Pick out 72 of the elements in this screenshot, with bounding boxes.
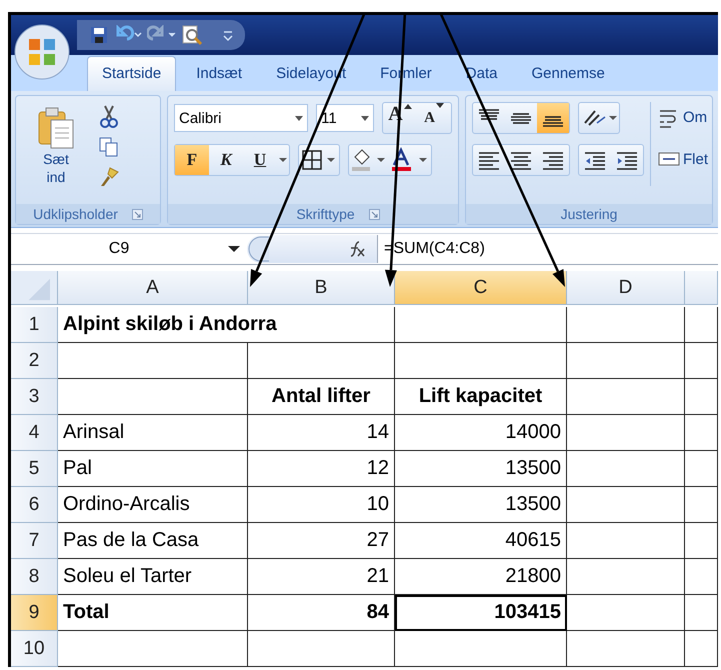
name-box[interactable]: C9 bbox=[11, 240, 247, 258]
table-cell: Antal lifter bbox=[248, 379, 395, 415]
table-cell: 12 bbox=[248, 451, 395, 487]
table-cell bbox=[685, 307, 718, 343]
table-cell bbox=[685, 559, 718, 595]
bold-button[interactable]: F bbox=[175, 145, 209, 175]
table-cell bbox=[685, 631, 718, 667]
table-cell: 14000 bbox=[395, 415, 567, 451]
table-cell bbox=[685, 487, 718, 523]
italic-button[interactable]: K bbox=[209, 145, 243, 175]
wrap-text-button[interactable]: Om bbox=[657, 106, 708, 128]
table-cell: Total bbox=[58, 595, 248, 631]
font-size-dropdown[interactable]: 11 bbox=[316, 104, 374, 132]
group-label: Udklipsholder bbox=[33, 206, 118, 222]
table-cell: Soleu el Tarter bbox=[58, 559, 248, 595]
save-icon[interactable] bbox=[89, 25, 109, 45]
table-cell bbox=[685, 451, 718, 487]
row-header[interactable]: 3 bbox=[11, 379, 58, 415]
column-header[interactable]: C bbox=[395, 271, 567, 305]
group-label: Skrifttype bbox=[296, 206, 355, 222]
table-cell: 10 bbox=[248, 487, 395, 523]
ribbon-tab[interactable]: Startside bbox=[87, 56, 176, 91]
table-cell bbox=[685, 595, 718, 631]
table-cell: 84 bbox=[248, 595, 395, 631]
row-header[interactable]: 10 bbox=[11, 631, 58, 667]
row-header[interactable]: 1 bbox=[11, 307, 58, 343]
column-header[interactable]: B bbox=[248, 271, 395, 305]
table-cell bbox=[685, 343, 718, 379]
table-cell: 14 bbox=[248, 415, 395, 451]
ribbon-tab[interactable]: Gennemse bbox=[517, 57, 619, 91]
clipboard-icon bbox=[36, 106, 76, 150]
dialog-launcher-icon[interactable] bbox=[132, 208, 143, 220]
paste-button[interactable]: Sæt ind bbox=[22, 102, 90, 198]
column-header[interactable]: D bbox=[567, 271, 685, 305]
copy-icon[interactable] bbox=[98, 136, 120, 158]
table-cell: 21800 bbox=[395, 559, 567, 595]
table-cell: Lift kapacitet bbox=[395, 379, 567, 415]
table-cell: Pal bbox=[58, 451, 248, 487]
shrink-font-button[interactable]: A bbox=[417, 103, 451, 133]
table-cell: Pas de la Casa bbox=[58, 523, 248, 559]
table-cell: 40615 bbox=[395, 523, 567, 559]
table-cell: Ordino-Arcalis bbox=[58, 487, 248, 523]
caret-down-icon bbox=[436, 103, 444, 109]
merge-center-button[interactable]: Flet bbox=[657, 148, 708, 170]
column-header[interactable]: A bbox=[58, 271, 248, 305]
row-header[interactable]: 7 bbox=[11, 523, 58, 559]
row-header[interactable]: 2 bbox=[11, 343, 58, 379]
table-cell bbox=[685, 379, 718, 415]
brush-icon[interactable] bbox=[98, 166, 120, 188]
table-cell bbox=[685, 523, 718, 559]
dropdown-caret-icon[interactable] bbox=[227, 244, 241, 254]
table-cell: 27 bbox=[248, 523, 395, 559]
row-header[interactable]: 5 bbox=[11, 451, 58, 487]
row-header[interactable]: 4 bbox=[11, 415, 58, 451]
scissors-icon[interactable] bbox=[98, 104, 120, 128]
table-cell bbox=[685, 415, 718, 451]
group-label: Justering bbox=[560, 206, 618, 222]
underline-button[interactable]: U bbox=[243, 145, 277, 175]
table-cell: 21 bbox=[248, 559, 395, 595]
row-header[interactable]: 9 bbox=[11, 595, 58, 631]
table-cell: Arinsal bbox=[58, 415, 248, 451]
dialog-launcher-icon[interactable] bbox=[368, 208, 380, 220]
row-header[interactable]: 6 bbox=[11, 487, 58, 523]
table-cell: Alpint skiløb i Andorra bbox=[58, 307, 395, 343]
ribbon-tab[interactable]: Indsæt bbox=[182, 57, 256, 91]
font-name-dropdown[interactable]: Calibri bbox=[174, 104, 308, 132]
table-cell: 103415 bbox=[395, 595, 567, 631]
print-preview-icon[interactable] bbox=[181, 24, 203, 46]
table-cell: 13500 bbox=[395, 451, 567, 487]
caret-up-icon bbox=[404, 103, 412, 109]
table-cell: 13500 bbox=[395, 487, 567, 523]
row-header[interactable]: 8 bbox=[11, 559, 58, 595]
